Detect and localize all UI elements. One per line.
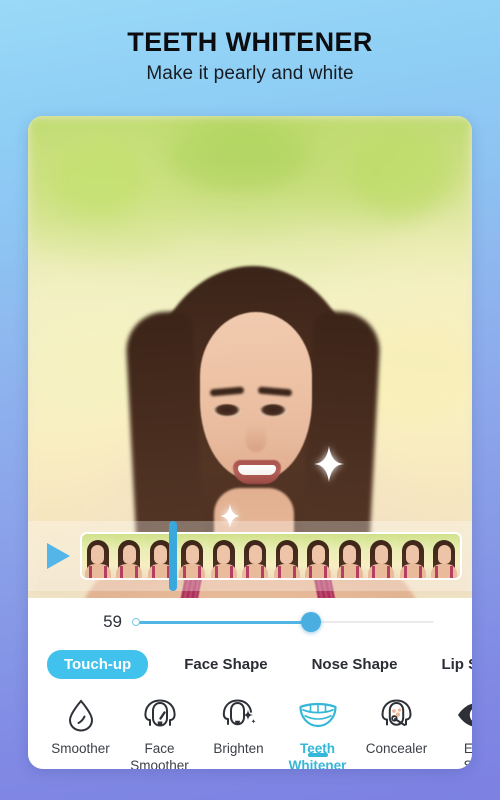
filmstrip-frame[interactable] xyxy=(208,534,240,578)
tool-face-smoother[interactable]: Face Smoother xyxy=(120,694,199,769)
tool-label: Smoother xyxy=(51,741,110,756)
tool-eye-spa[interactable]: Eye Spa xyxy=(436,694,472,769)
filmstrip-frame[interactable] xyxy=(176,534,208,578)
eye-left xyxy=(213,404,241,417)
filmstrip-frame[interactable] xyxy=(271,534,303,578)
filmstrip-frame[interactable] xyxy=(428,534,460,578)
tool-label: Concealer xyxy=(365,741,428,756)
face-brush-icon xyxy=(120,694,199,736)
tool-brighten[interactable]: Brighten xyxy=(199,694,278,757)
tool-concealer[interactable]: Concealer xyxy=(357,694,436,757)
filmstrip-frame[interactable] xyxy=(302,534,334,578)
tool-label: Face Smoother xyxy=(130,741,189,769)
face-blemish-icon xyxy=(357,694,436,736)
bokeh-blob xyxy=(348,130,452,214)
eye-icon xyxy=(436,694,472,736)
filmstrip[interactable] xyxy=(80,532,462,580)
subject-face xyxy=(200,312,312,480)
tool-active-indicator xyxy=(307,752,328,757)
bokeh-blob xyxy=(50,138,146,216)
filmstrip-frame[interactable] xyxy=(82,534,114,578)
intensity-slider-row: 59 xyxy=(28,598,472,646)
filmstrip-frame[interactable] xyxy=(113,534,145,578)
play-button[interactable] xyxy=(43,540,73,572)
filmstrip-frame[interactable] xyxy=(239,534,271,578)
app-preview-card: 59 Touch-up Face Shape Nose Shape Lip Sh… xyxy=(28,116,472,769)
slider-thumb[interactable] xyxy=(301,612,322,632)
page-subtitle: Make it pearly and white xyxy=(146,63,354,85)
filmstrip-frame[interactable] xyxy=(365,534,397,578)
tab-face-shape[interactable]: Face Shape xyxy=(182,650,269,679)
photo-preview[interactable] xyxy=(28,116,472,598)
nose xyxy=(246,424,266,452)
slider-value-label: 59 xyxy=(103,612,122,631)
slider-start-dot xyxy=(132,618,140,626)
smile-teeth-icon xyxy=(278,694,357,736)
tab-lip-shape[interactable]: Lip Shape xyxy=(439,650,472,679)
play-icon xyxy=(47,543,70,569)
filmstrip-frame[interactable] xyxy=(334,534,366,578)
page-title: TEETH WHITENER xyxy=(127,27,373,57)
tab-touch-up[interactable]: Touch-up xyxy=(47,649,149,679)
video-timeline[interactable] xyxy=(28,521,472,591)
filmstrip-frame[interactable] xyxy=(397,534,429,578)
tool-smoother[interactable]: Smoother xyxy=(41,694,120,757)
teeth xyxy=(238,465,276,475)
tab-nose-shape[interactable]: Nose Shape xyxy=(310,650,400,679)
eye-right xyxy=(259,404,287,417)
sparkle-large-icon xyxy=(314,446,344,482)
droplet-icon xyxy=(41,694,120,736)
timeline-playhead[interactable] xyxy=(169,521,177,591)
tool-label: Eye Spa xyxy=(463,741,472,769)
category-tabs: Touch-up Face Shape Nose Shape Lip Shape xyxy=(28,644,472,684)
intensity-slider[interactable] xyxy=(132,612,434,632)
page-header: TEETH WHITENER Make it pearly and white xyxy=(0,0,500,115)
bokeh-blob xyxy=(168,124,308,190)
tool-teeth-whitener[interactable]: Teeth Whitener xyxy=(278,694,357,769)
slider-track-fill xyxy=(135,620,312,624)
tool-row: Smoother Face Smoother Brighten Teeth Wh… xyxy=(28,684,472,769)
tool-label: Brighten xyxy=(213,741,264,756)
face-sparkle-icon xyxy=(199,694,278,736)
